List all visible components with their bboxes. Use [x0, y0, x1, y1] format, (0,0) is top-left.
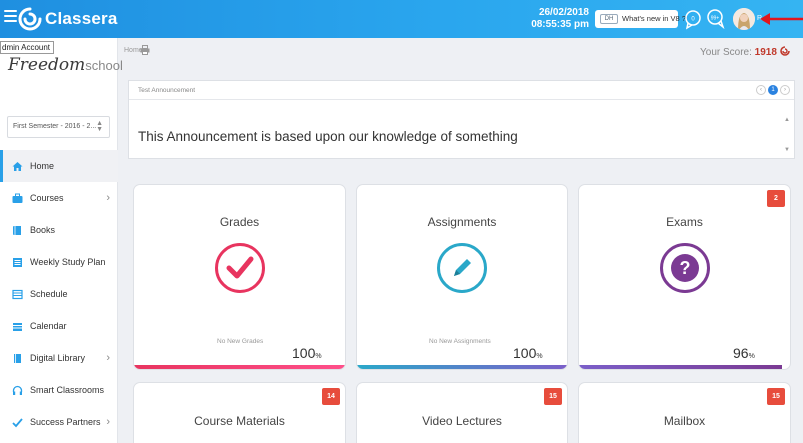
- announcement-scrollbar[interactable]: ▲ ▼: [784, 105, 790, 165]
- sidebar-item-label: Digital Library: [30, 353, 86, 363]
- user-avatar[interactable]: [733, 8, 755, 30]
- mailbox-count-badge: 15: [767, 388, 785, 405]
- sidebar-item-label: Calendar: [30, 321, 67, 331]
- previous-announcement-icon[interactable]: ‹: [756, 85, 766, 95]
- sidebar-item-calendar[interactable]: Calendar: [0, 310, 118, 342]
- card-percent: 96%: [733, 345, 755, 361]
- school-logo: Freedomschool: [8, 55, 123, 75]
- schedule-icon: [12, 289, 23, 300]
- card-progress-bar: [579, 365, 782, 369]
- assignments-card[interactable]: Assignments No New Assignments 100%: [356, 184, 568, 370]
- school-logo-main: Freedom: [8, 55, 86, 75]
- sidebar-item-label: Schedule: [30, 289, 68, 299]
- card-percent: 100%: [513, 345, 543, 361]
- score-value: 1918: [754, 47, 777, 58]
- semester-value: First Semester - 2016 - 2...: [13, 123, 97, 130]
- whats-new-button[interactable]: DH What's new in V8 ?: [595, 10, 686, 28]
- app-name: Classera: [45, 9, 118, 28]
- sidebar-item-label: Smart Classrooms: [30, 385, 105, 395]
- notifications-icon[interactable]: 0: [684, 8, 704, 30]
- svg-text:99+: 99+: [711, 16, 720, 22]
- sidebar-nav: Home Courses › Books Weekly Study Plan S…: [0, 150, 118, 438]
- grades-card[interactable]: Grades No New Grades 100%: [133, 184, 346, 370]
- course-materials-count-badge: 14: [322, 388, 340, 405]
- sidebar-item-label: Weekly Study Plan: [30, 257, 106, 267]
- card-title: Exams: [666, 215, 703, 229]
- next-announcement-icon[interactable]: ›: [780, 85, 790, 95]
- school-logo-sub: school: [85, 58, 123, 73]
- list-icon: [12, 257, 23, 268]
- sidebar-item-schedule[interactable]: Schedule: [0, 278, 118, 310]
- current-date: 26/02/2018: [538, 7, 589, 18]
- semester-select[interactable]: First Semester - 2016 - 2... ▲ ▼: [7, 116, 110, 138]
- score-swirl-icon: [779, 46, 790, 56]
- sidebar-item-books[interactable]: Books: [0, 214, 118, 246]
- exams-card[interactable]: 2 Exams ? 96%: [578, 184, 791, 370]
- chevron-right-icon: ›: [106, 192, 110, 204]
- card-percent: 100%: [292, 345, 322, 361]
- card-subtitle: No New Grades: [217, 338, 264, 345]
- card-title: Assignments: [427, 215, 497, 229]
- hamburger-menu-icon[interactable]: [4, 10, 17, 24]
- course-materials-card[interactable]: 14 Course Materials: [133, 382, 346, 443]
- video-lectures-count-badge: 15: [544, 388, 562, 405]
- admin-account-tooltip: dmin Account: [0, 41, 55, 54]
- exams-count-badge: 2: [767, 190, 785, 207]
- sidebar-item-label: Home: [30, 161, 55, 171]
- briefcase-icon: [12, 193, 23, 204]
- sidebar-item-label: Books: [30, 225, 56, 235]
- top-bar: Classera 26/02/2018 08:55:35 pm DH What'…: [0, 0, 803, 38]
- sidebar-item-label: Success Partners: [30, 417, 101, 427]
- current-time: 08:55:35 pm: [531, 19, 589, 30]
- date-time: 26/02/2018 08:55:35 pm: [529, 7, 589, 31]
- check-icon: [12, 417, 23, 428]
- announcement-body: This Announcement is based upon our know…: [138, 129, 518, 144]
- home-icon: [12, 161, 23, 172]
- card-title: Grades: [219, 215, 260, 229]
- svg-text:0: 0: [691, 17, 695, 23]
- sidebar-item-home[interactable]: Home: [0, 150, 118, 182]
- classera-logo-icon: [18, 7, 42, 31]
- book-icon: [12, 225, 23, 236]
- calendar-icon: [12, 321, 23, 332]
- user-score: Your Score: 1918: [700, 46, 790, 58]
- sidebar-item-success-partners[interactable]: Success Partners ›: [0, 406, 118, 438]
- score-label: Your Score:: [700, 47, 752, 58]
- video-lectures-card[interactable]: 15 Video Lectures: [356, 382, 568, 443]
- chevron-right-icon: ›: [106, 352, 110, 364]
- select-caret-icon: ▲ ▼: [96, 120, 103, 133]
- print-icon[interactable]: [140, 45, 150, 55]
- card-title: Mailbox: [663, 414, 706, 428]
- announcement-title: Test Announcement: [138, 87, 196, 94]
- sidebar-item-smart-classrooms[interactable]: Smart Classrooms: [0, 374, 118, 406]
- sidebar-item-courses[interactable]: Courses ›: [0, 182, 118, 214]
- headphones-icon: [12, 385, 23, 396]
- mailbox-card[interactable]: 15 Mailbox: [578, 382, 791, 443]
- card-subtitle: No New Assignments: [429, 338, 491, 345]
- assignments-pencil-icon: [437, 243, 487, 293]
- card-title: Video Lectures: [422, 414, 502, 428]
- chevron-right-icon: ›: [106, 416, 110, 428]
- sidebar-item-label: Courses: [30, 193, 64, 203]
- whats-new-label: What's new in V8 ?: [622, 14, 686, 23]
- card-title: Course Materials: [194, 414, 285, 428]
- announcement-pager: ‹ 1 ›: [756, 85, 790, 95]
- whats-new-badge: DH: [600, 14, 618, 24]
- announcement-panel: Test Announcement ‹ 1 › This Announcemen…: [128, 80, 795, 159]
- card-progress-bar: [134, 365, 345, 369]
- announcement-page-indicator[interactable]: 1: [768, 85, 778, 95]
- sidebar-item-digital-library[interactable]: Digital Library ›: [0, 342, 118, 374]
- grades-check-icon: [214, 243, 265, 293]
- exams-question-icon: ?: [659, 243, 710, 293]
- sidebar-item-weekly-study-plan[interactable]: Weekly Study Plan: [0, 246, 118, 278]
- svg-text:?: ?: [679, 258, 690, 278]
- announcement-header: Test Announcement ‹ 1 ›: [129, 81, 794, 100]
- messages-icon[interactable]: 99+: [706, 8, 726, 30]
- library-icon: [12, 353, 23, 364]
- red-arrow-icon: [760, 13, 803, 25]
- card-progress-bar: [357, 365, 567, 369]
